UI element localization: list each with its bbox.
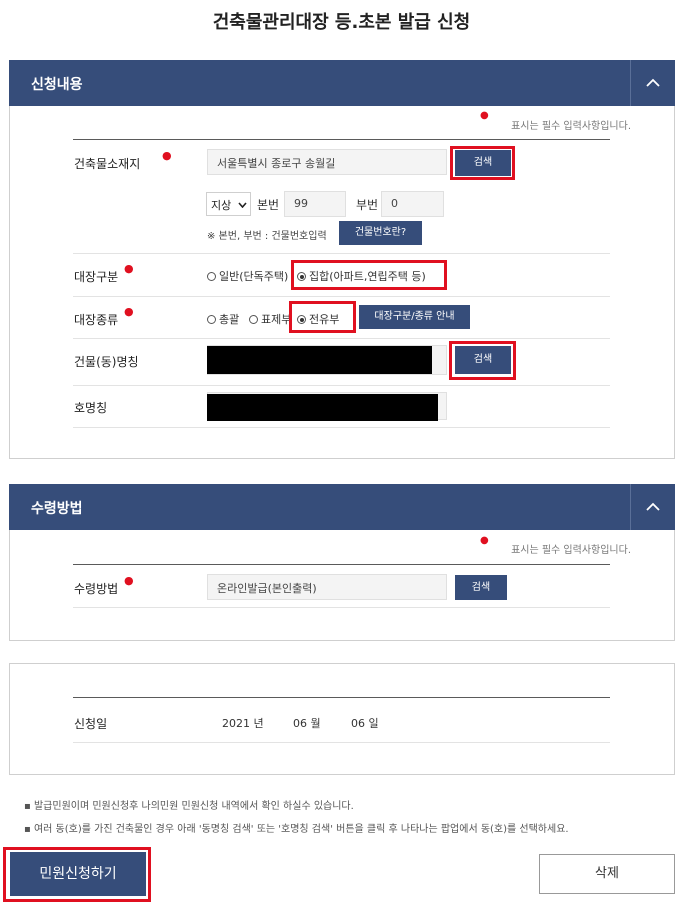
land-type-select[interactable]: 지상 [206, 192, 251, 216]
address-field[interactable]: 서울특별시 종로구 송월길 [207, 149, 447, 175]
chevron-up-icon [646, 502, 660, 511]
redacted-block [207, 346, 432, 374]
section-body-date [9, 663, 675, 775]
chevron-down-icon [238, 202, 247, 208]
building-no-help-button[interactable]: 건물번호란? [339, 221, 422, 245]
main-no-field[interactable]: 99 [284, 191, 346, 217]
redacted-block [207, 394, 438, 421]
receipt-method-label: 수령방법 ● [74, 574, 134, 596]
receipt-search-button[interactable]: 검색 [455, 575, 507, 600]
highlight-box [289, 301, 356, 333]
sub-no-label: 부번 [356, 198, 379, 212]
radio-option-summary[interactable]: 총괄 [207, 311, 239, 327]
section-title: 신청내용 [31, 77, 83, 93]
section-title: 수령방법 [31, 501, 83, 517]
main-no-label: 본번 [257, 198, 280, 212]
highlight-box [3, 847, 151, 902]
radio-icon [249, 315, 258, 324]
radio-icon [207, 315, 216, 324]
apply-year: 2021 년 [222, 717, 264, 730]
page-title: 건축물관리대장 등.초본 발급 신청 [212, 12, 471, 33]
ledger-kind-label: 대장종류 ● [74, 305, 134, 327]
building-name-label: 건물(동)명칭 [74, 355, 139, 369]
required-note: 표시는 필수 입력사항입니다. [511, 545, 631, 556]
radio-icon [207, 272, 216, 281]
sub-no-field[interactable]: 0 [381, 191, 444, 217]
collapse-button[interactable] [630, 484, 675, 530]
radio-option-title[interactable]: 표제부 [249, 311, 291, 327]
apply-day: 06 일 [351, 717, 379, 730]
apply-month: 06 월 [293, 717, 321, 730]
highlight-box [449, 341, 516, 380]
collapse-button[interactable] [630, 60, 675, 106]
bunji-note: ※ 본번, 부번 : 건물번호입력 [207, 231, 327, 242]
address-label: 건축물소재지 ● [74, 149, 172, 171]
apply-date-label: 신청일 [74, 717, 108, 731]
unit-name-label: 호명칭 [74, 401, 108, 415]
ledger-guide-button[interactable]: 대장구분/종류 안내 [359, 305, 470, 329]
radio-option-general[interactable]: 일반(단독주택) [207, 268, 288, 284]
ledger-class-label: 대장구분 ● [74, 262, 134, 284]
note-item: ▪ 발급민원이며 민원신청후 나의민원 민원신청 내역에서 확인 하실수 있습니… [24, 801, 354, 812]
note-item: ▪ 여러 동(호)를 가진 건축물인 경우 아래 '동명칭 검색' 또는 '호명… [24, 824, 569, 835]
section-header-receipt: 수령방법 [9, 484, 675, 530]
receipt-method-field[interactable]: 온라인발급(본인출력) [207, 574, 447, 600]
section-header-application: 신청내용 [9, 60, 675, 106]
highlight-box [291, 260, 447, 290]
delete-button[interactable]: 삭제 [539, 854, 675, 894]
required-note: 표시는 필수 입력사항입니다. [511, 121, 631, 132]
highlight-box [450, 146, 515, 180]
chevron-up-icon [646, 78, 660, 87]
